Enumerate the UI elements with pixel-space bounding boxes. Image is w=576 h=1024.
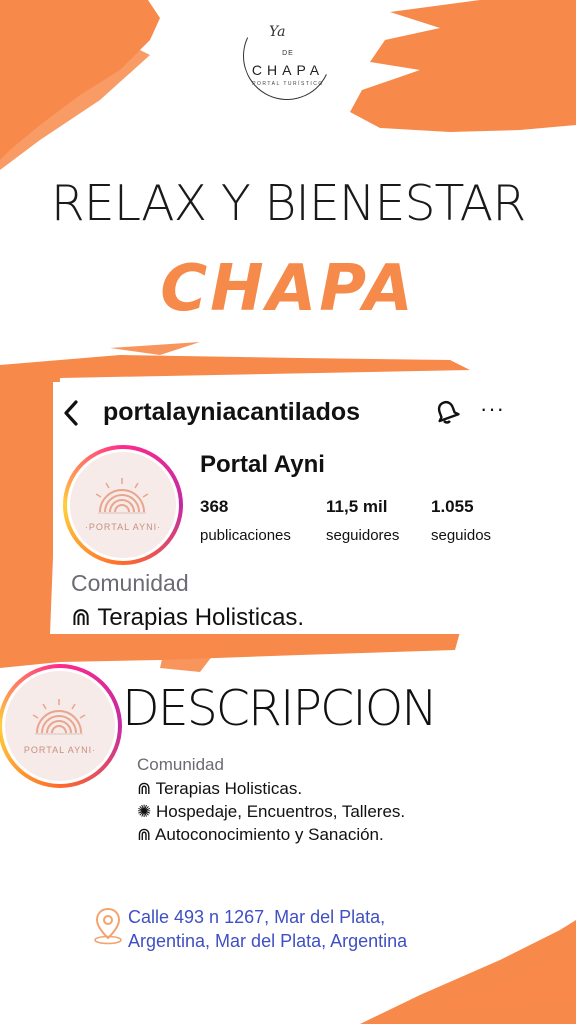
logo-subtitle: PORTAL TURÍSTICO — [252, 81, 324, 87]
page-title: RELAX Y BIENESTAR — [50, 175, 527, 232]
profile-display-name: Portal Ayni — [200, 451, 325, 478]
description-heading: DESCRIPCION — [122, 680, 438, 737]
more-options-button[interactable]: ··· — [480, 396, 505, 422]
rainbow-logo-icon — [32, 699, 86, 735]
bell-icon[interactable] — [433, 398, 461, 426]
description-category: Comunidad — [137, 755, 224, 774]
description-avatar: PORTAL AYNI· — [0, 664, 122, 788]
rainbow-logo-icon — [95, 478, 149, 514]
description-line: ✺ Hospedaje, Encuentros, Talleres. — [137, 802, 406, 821]
stat-posts[interactable]: 368 publicaciones — [200, 497, 291, 544]
description-line: ⋒ Terapias Holisticas. — [137, 779, 303, 798]
stat-followers-label: seguidores — [326, 527, 400, 544]
stat-following-label: seguidos — [431, 527, 492, 544]
logo-de: DE — [282, 50, 294, 57]
stat-following[interactable]: 1.055 seguidos — [431, 497, 491, 544]
profile-category: Comunidad — [71, 570, 189, 596]
stat-followers-value: 11,5 mil — [326, 497, 388, 516]
brand-title: CHAPA — [160, 252, 416, 326]
location-line-1: Calle 493 n 1267, Mar del Plata, — [128, 907, 386, 927]
description-line: ⋒ Autoconocimiento y Sanación. — [137, 825, 384, 844]
stat-following-value: 1.055 — [431, 497, 474, 516]
chevron-left-icon — [64, 400, 78, 426]
profile-username: portalayniacantilados — [103, 398, 361, 426]
profile-avatar[interactable]: ·PORTAL AYNI· — [63, 445, 183, 565]
back-button[interactable] — [61, 398, 81, 434]
stat-posts-value: 368 — [200, 497, 229, 516]
profile-bio: ⋒ Terapias Holisticas. — [71, 604, 305, 631]
map-pin-icon — [94, 907, 122, 945]
stat-followers[interactable]: 11,5 mil seguidores — [326, 497, 399, 544]
chapa-logo: Ya DE CHAPA PORTAL TURÍSTICO — [230, 0, 344, 113]
logo-name: CHAPA — [251, 62, 325, 78]
avatar-brand-text: ·PORTAL AYNI· — [84, 522, 162, 532]
avatar-brand-text: PORTAL AYNI· — [23, 745, 97, 755]
logo-script: Ya — [269, 24, 286, 40]
location-link[interactable]: Calle 493 n 1267, Mar del Plata, Argenti… — [128, 905, 407, 953]
location-line-2: Argentina, Mar del Plata, Argentina — [128, 931, 408, 951]
stat-posts-label: publicaciones — [200, 527, 291, 544]
